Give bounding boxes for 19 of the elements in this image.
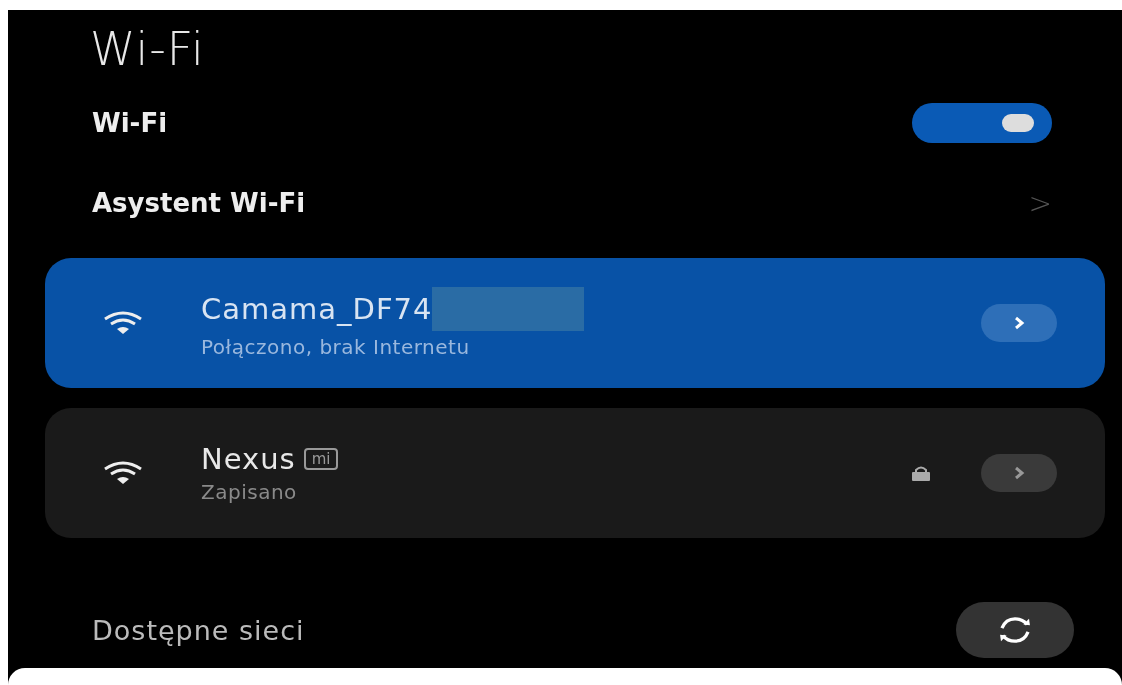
- wifi-toggle[interactable]: [912, 103, 1052, 143]
- refresh-button[interactable]: [956, 602, 1074, 658]
- network-status: Połączono, brak Internetu: [201, 335, 471, 359]
- network-status: Zapisano: [201, 480, 298, 504]
- page-title: Wi-Fi: [90, 22, 206, 76]
- chevron-icon: [1013, 466, 1025, 480]
- network-card[interactable]: Camama_DF74 Połączono, brak Internetu: [45, 258, 1105, 388]
- assistant-row[interactable]: Asystent Wi-Fi >: [92, 178, 1052, 228]
- section-heading: Dostępne sieci: [92, 614, 305, 646]
- wifi-signal-icon: [103, 461, 143, 485]
- chevron-icon: [1013, 316, 1025, 330]
- chevron-icon: >: [1028, 186, 1052, 220]
- wifi-signal-icon: [103, 311, 143, 335]
- mi-badge: mi: [303, 448, 339, 470]
- network-card[interactable]: Nexus mi Zapisano: [45, 408, 1105, 538]
- wifi-label: Wi-Fi: [92, 108, 168, 138]
- network-name: Nexus: [201, 442, 296, 476]
- network-name: Camama_DF74: [201, 292, 433, 326]
- assistant-label: Asystent Wi-Fi: [92, 188, 306, 218]
